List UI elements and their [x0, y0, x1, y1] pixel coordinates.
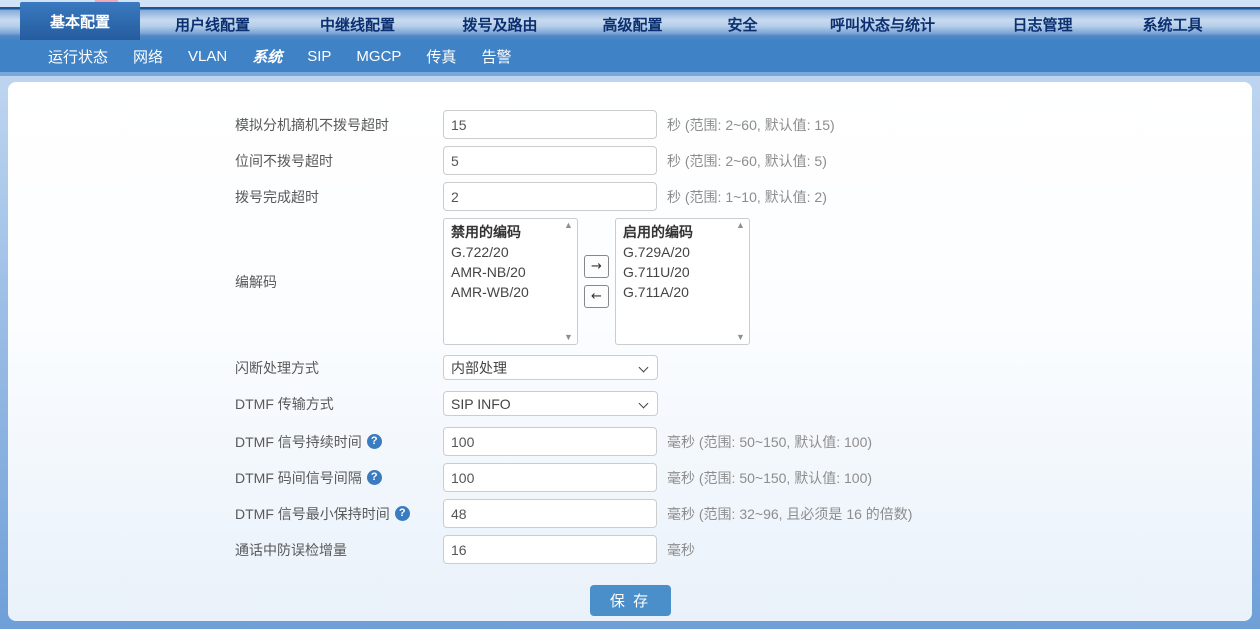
help-icon[interactable]: ? [367, 434, 382, 449]
anti-false-detect-hint: 毫秒 [667, 540, 695, 560]
dtmf-duration-label: DTMF 信号持续时间 [235, 432, 362, 452]
scroll-down-icon[interactable]: ▼ [564, 333, 573, 342]
dtmf-min-hold-input[interactable] [443, 499, 657, 528]
list-item[interactable]: G.711A/20 [623, 282, 731, 302]
form-row-anti-false-detect: 通话中防误检增量 毫秒 [235, 535, 1252, 564]
form-row-hookflash: 闪断处理方式 内部处理 [235, 355, 1252, 380]
codec-label: 编解码 [235, 272, 443, 292]
dtmf-interval-hint: 毫秒 (范围: 50~150, 默认值: 100) [667, 468, 872, 488]
top-edge-artifact [95, 0, 118, 2]
codec-transfer-buttons: → ← [584, 255, 609, 308]
form-row-dtmf-transport: DTMF 传输方式 SIP INFO [235, 391, 1252, 416]
chevron-down-icon [639, 363, 649, 373]
move-left-button[interactable]: ← [584, 285, 609, 308]
dtmf-min-hold-hint: 毫秒 (范围: 32~96, 且必须是 16 的倍数) [667, 504, 912, 524]
dtmf-duration-hint: 毫秒 (范围: 50~150, 默认值: 100) [667, 432, 872, 452]
subnav-vlan[interactable]: VLAN [188, 48, 227, 65]
dtmf-transport-label: DTMF 传输方式 [235, 394, 443, 414]
list-item[interactable]: AMR-WB/20 [451, 282, 559, 302]
chevron-down-icon [639, 399, 649, 409]
interdigit-timeout-label: 位间不拨号超时 [235, 151, 443, 171]
form-row-dtmf-duration: DTMF 信号持续时间 ? 毫秒 (范围: 50~150, 默认值: 100) [235, 427, 1252, 456]
help-icon[interactable]: ? [395, 506, 410, 521]
subnav-system[interactable]: 系统 [252, 46, 282, 67]
sub-navigation-bar: 运行状态 网络 VLAN 系统 SIP MGCP 传真 告警 [0, 40, 1260, 72]
list-item[interactable]: G.722/20 [451, 242, 559, 262]
scroll-up-icon[interactable]: ▲ [564, 221, 573, 230]
scroll-up-icon[interactable]: ▲ [736, 221, 745, 230]
enabled-codec-list[interactable]: 启用的编码 G.729A/20 G.711U/20 G.711A/20 ▲ ▼ [615, 218, 750, 345]
form-row-dtmf-interval: DTMF 码间信号间隔 ? 毫秒 (范围: 50~150, 默认值: 100) [235, 463, 1252, 492]
dial-complete-timeout-hint: 秒 (范围: 1~10, 默认值: 2) [667, 187, 827, 207]
disabled-codec-header: 禁用的编码 [451, 222, 559, 242]
top-navigation-bar: 基本配置 用户线配置 中继线配置 拨号及路由 高级配置 安全 呼叫状态与统计 日… [0, 0, 1260, 40]
tab-log-management[interactable]: 日志管理 [975, 0, 1110, 40]
form-row-dtmf-min-hold: DTMF 信号最小保持时间 ? 毫秒 (范围: 32~96, 且必须是 16 的… [235, 499, 1252, 528]
offhook-timeout-hint: 秒 (范围: 2~60, 默认值: 15) [667, 115, 835, 135]
subnav-mgcp[interactable]: MGCP [356, 48, 401, 65]
save-row: 保 存 [8, 585, 1252, 616]
subnav-sip[interactable]: SIP [307, 48, 331, 65]
hookflash-selected-value: 内部处理 [451, 358, 507, 378]
dtmf-transport-select[interactable]: SIP INFO [443, 391, 658, 416]
form-row-interdigit-timeout: 位间不拨号超时 秒 (范围: 2~60, 默认值: 5) [235, 146, 1252, 175]
form-row-dial-complete-timeout: 拨号完成超时 秒 (范围: 1~10, 默认值: 2) [235, 182, 1252, 211]
dial-complete-timeout-label: 拨号完成超时 [235, 187, 443, 207]
move-right-button[interactable]: → [584, 255, 609, 278]
tab-subscriber-line-config[interactable]: 用户线配置 [140, 0, 285, 40]
dtmf-interval-input[interactable] [443, 463, 657, 492]
enabled-codec-header: 启用的编码 [623, 222, 731, 242]
tab-call-status-statistics[interactable]: 呼叫状态与统计 [790, 0, 975, 40]
dtmf-min-hold-label: DTMF 信号最小保持时间 [235, 504, 390, 524]
interdigit-timeout-hint: 秒 (范围: 2~60, 默认值: 5) [667, 151, 827, 171]
subnav-alarm[interactable]: 告警 [481, 46, 511, 67]
tab-dial-and-route[interactable]: 拨号及路由 [430, 0, 570, 40]
scroll-down-icon[interactable]: ▼ [736, 333, 745, 342]
form-row-offhook-timeout: 模拟分机摘机不拨号超时 秒 (范围: 2~60, 默认值: 15) [235, 110, 1252, 139]
disabled-codec-scrollbar[interactable]: ▲ ▼ [562, 221, 575, 342]
anti-false-detect-input[interactable] [443, 535, 657, 564]
subnav-network[interactable]: 网络 [133, 46, 163, 67]
dial-complete-timeout-input[interactable] [443, 182, 657, 211]
subnav-fax[interactable]: 传真 [426, 46, 456, 67]
enabled-codec-scrollbar[interactable]: ▲ ▼ [734, 221, 747, 342]
tab-system-tools[interactable]: 系统工具 [1110, 0, 1235, 40]
help-icon[interactable]: ? [367, 470, 382, 485]
dtmf-transport-selected-value: SIP INFO [451, 396, 511, 412]
main-tabs: 基本配置 用户线配置 中继线配置 拨号及路由 高级配置 安全 呼叫状态与统计 日… [0, 0, 1260, 40]
dtmf-interval-label: DTMF 码间信号间隔 [235, 468, 362, 488]
disabled-codec-list[interactable]: 禁用的编码 G.722/20 AMR-NB/20 AMR-WB/20 ▲ ▼ [443, 218, 578, 345]
interdigit-timeout-input[interactable] [443, 146, 657, 175]
dtmf-duration-input[interactable] [443, 427, 657, 456]
subnav-running-status[interactable]: 运行状态 [48, 46, 108, 67]
tab-advanced-config[interactable]: 高级配置 [570, 0, 695, 40]
list-item[interactable]: G.711U/20 [623, 262, 731, 282]
page-background: 模拟分机摘机不拨号超时 秒 (范围: 2~60, 默认值: 15) 位间不拨号超… [0, 76, 1260, 629]
save-button[interactable]: 保 存 [590, 585, 671, 616]
list-item[interactable]: AMR-NB/20 [451, 262, 559, 282]
anti-false-detect-label: 通话中防误检增量 [235, 540, 443, 560]
tab-trunk-line-config[interactable]: 中继线配置 [285, 0, 430, 40]
form-row-codec: 编解码 禁用的编码 G.722/20 AMR-NB/20 AMR-WB/20 ▲… [235, 218, 1252, 345]
content-panel: 模拟分机摘机不拨号超时 秒 (范围: 2~60, 默认值: 15) 位间不拨号超… [8, 82, 1252, 621]
tab-security[interactable]: 安全 [695, 0, 790, 40]
hookflash-select[interactable]: 内部处理 [443, 355, 658, 380]
offhook-timeout-input[interactable] [443, 110, 657, 139]
hookflash-label: 闪断处理方式 [235, 358, 443, 378]
offhook-timeout-label: 模拟分机摘机不拨号超时 [235, 115, 443, 135]
list-item[interactable]: G.729A/20 [623, 242, 731, 262]
tab-basic-config[interactable]: 基本配置 [20, 2, 140, 40]
